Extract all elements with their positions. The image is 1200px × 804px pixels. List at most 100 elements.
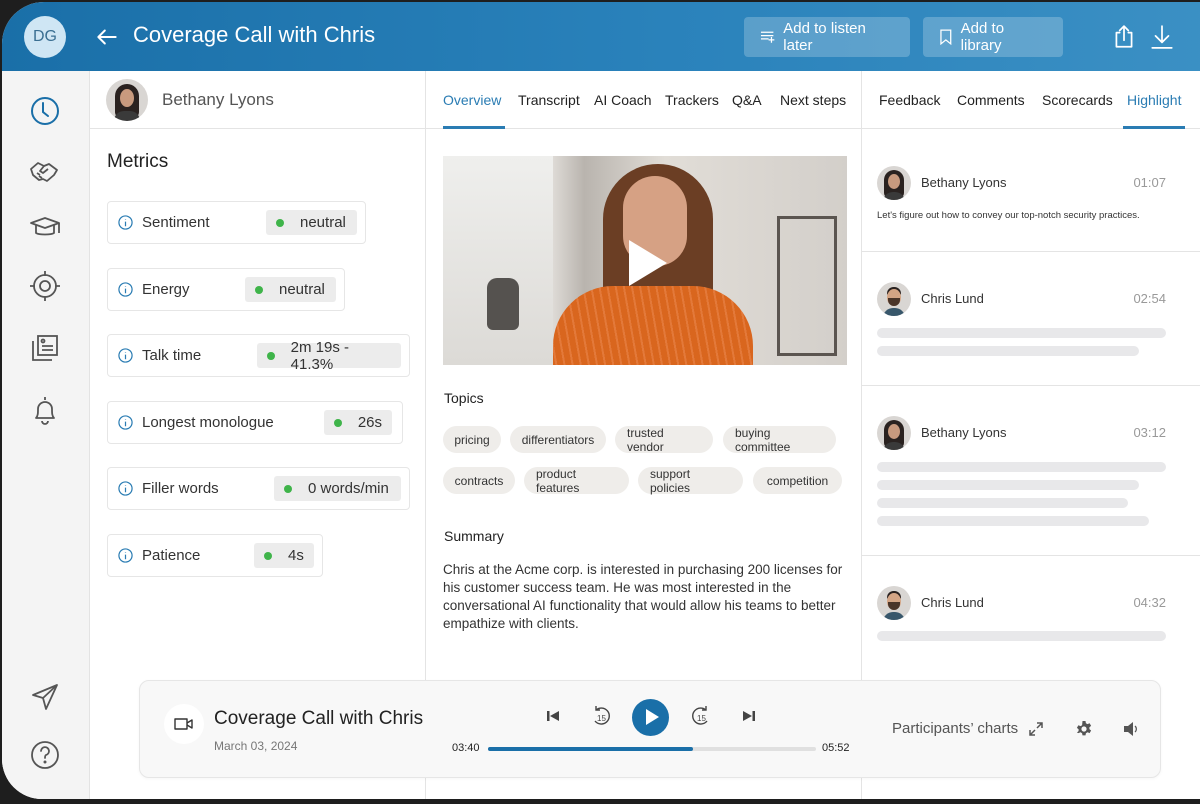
share-icon[interactable] bbox=[1111, 24, 1137, 50]
send-icon[interactable] bbox=[28, 680, 62, 714]
status-dot bbox=[276, 218, 284, 227]
back-arrow-icon[interactable] bbox=[94, 24, 120, 50]
participant-avatar bbox=[106, 78, 148, 121]
topic-chip[interactable]: support policies bbox=[638, 467, 743, 495]
bookmark-icon bbox=[940, 29, 952, 45]
text-placeholder bbox=[877, 516, 1149, 526]
bell-icon[interactable] bbox=[28, 394, 62, 428]
tab-trackers[interactable]: Trackers bbox=[665, 92, 719, 108]
info-icon[interactable] bbox=[118, 282, 133, 297]
highlight-item[interactable]: Chris Lund 02:54 bbox=[862, 252, 1200, 386]
highlight-text: Let's figure out how to convey our top-n… bbox=[877, 210, 1140, 221]
playback-progress-fill bbox=[488, 747, 693, 751]
tab-overview[interactable]: Overview bbox=[443, 92, 501, 108]
highlight-timestamp[interactable]: 02:54 bbox=[1133, 291, 1166, 306]
playback-progress-bar[interactable] bbox=[488, 747, 816, 751]
metric-value: 2m 19s - 41.3% bbox=[257, 339, 401, 373]
metric-value: 26s bbox=[324, 410, 392, 435]
text-placeholder bbox=[877, 328, 1166, 338]
user-avatar[interactable]: DG bbox=[24, 16, 66, 58]
settings-gear-icon[interactable] bbox=[1075, 720, 1093, 738]
topic-chip[interactable]: pricing bbox=[443, 426, 501, 453]
highlight-item[interactable]: Chris Lund 04:32 bbox=[862, 556, 1200, 676]
text-placeholder bbox=[877, 480, 1139, 490]
clock-icon[interactable] bbox=[28, 94, 62, 128]
topic-chip[interactable]: product features bbox=[524, 467, 629, 495]
download-icon[interactable] bbox=[1149, 24, 1175, 50]
sidebar-nav bbox=[2, 71, 90, 799]
forward-15-icon[interactable]: 15 bbox=[690, 705, 712, 727]
speaker-avatar bbox=[877, 586, 911, 620]
app-window: DG Coverage Call with Chris Add to liste… bbox=[2, 2, 1200, 799]
status-dot bbox=[284, 484, 292, 493]
metric-patience: Patience 4s bbox=[107, 534, 323, 577]
video-camera-icon bbox=[174, 718, 193, 730]
crosshair-icon[interactable] bbox=[28, 269, 62, 303]
highlight-timestamp[interactable]: 04:32 bbox=[1133, 595, 1166, 610]
graduation-cap-icon[interactable] bbox=[28, 211, 62, 245]
speaker-name: Chris Lund bbox=[921, 291, 984, 306]
video-bg-shelf bbox=[777, 216, 837, 356]
metric-value-text: 2m 19s - 41.3% bbox=[290, 338, 349, 373]
metric-label: Energy bbox=[142, 281, 190, 298]
info-icon[interactable] bbox=[118, 481, 133, 496]
topic-chip[interactable]: buying committee bbox=[723, 426, 836, 454]
video-player[interactable] bbox=[443, 156, 847, 365]
metric-label: Longest monologue bbox=[142, 414, 274, 431]
add-to-library-button[interactable]: Add to library bbox=[923, 17, 1063, 57]
add-to-library-label: Add to library bbox=[960, 20, 1005, 54]
highlight-timestamp[interactable]: 01:07 bbox=[1133, 175, 1166, 190]
tab-qa[interactable]: Q&A bbox=[732, 92, 762, 108]
info-icon[interactable] bbox=[118, 548, 133, 563]
topic-chip[interactable]: trusted vendor bbox=[615, 426, 713, 454]
tab-feedback[interactable]: Feedback bbox=[879, 92, 940, 108]
highlight-item[interactable]: Bethany Lyons 01:07 Let's figure out how… bbox=[862, 130, 1200, 252]
topic-chip[interactable]: differentiators bbox=[510, 426, 606, 453]
volume-icon[interactable] bbox=[1123, 721, 1141, 737]
tab-next-steps[interactable]: Next steps bbox=[780, 92, 846, 108]
info-icon[interactable] bbox=[118, 215, 133, 230]
metric-value-text: neutral bbox=[300, 214, 346, 231]
metric-label: Filler words bbox=[142, 480, 219, 497]
active-tab-indicator bbox=[443, 126, 505, 129]
topic-chip[interactable]: competition bbox=[753, 467, 842, 494]
right-tabs: Feedback Comments Scorecards Highlight bbox=[862, 71, 1200, 129]
metric-value: neutral bbox=[245, 277, 336, 302]
metric-sentiment: Sentiment neutral bbox=[107, 201, 366, 244]
video-play-icon[interactable] bbox=[629, 240, 667, 286]
tab-scorecards[interactable]: Scorecards bbox=[1042, 92, 1113, 108]
rewind-15-icon[interactable]: 15 bbox=[590, 705, 612, 727]
metric-talk-time: Talk time 2m 19s - 41.3% bbox=[107, 334, 410, 377]
highlight-timestamp[interactable]: 03:12 bbox=[1133, 425, 1166, 440]
status-dot bbox=[264, 551, 272, 560]
tab-highlight[interactable]: Highlight bbox=[1127, 92, 1181, 108]
info-icon[interactable] bbox=[118, 348, 133, 363]
player-title: Coverage Call with Chris bbox=[214, 708, 424, 729]
text-placeholder bbox=[877, 631, 1166, 641]
topic-chip[interactable]: contracts bbox=[443, 467, 515, 494]
metric-value: 4s bbox=[254, 543, 314, 568]
tab-ai-coach[interactable]: AI Coach bbox=[594, 92, 652, 108]
highlight-item[interactable]: Bethany Lyons 03:12 bbox=[862, 386, 1200, 556]
help-icon[interactable] bbox=[28, 738, 62, 772]
skip-previous-icon[interactable] bbox=[546, 709, 560, 723]
text-placeholder bbox=[877, 346, 1139, 356]
expand-icon[interactable] bbox=[1029, 722, 1043, 736]
participants-charts-button[interactable]: Participants’ charts bbox=[892, 720, 1018, 737]
tab-comments[interactable]: Comments bbox=[957, 92, 1025, 108]
metric-value-text: neutral bbox=[279, 281, 325, 298]
info-icon[interactable] bbox=[118, 415, 133, 430]
total-time: 05:52 bbox=[822, 742, 850, 754]
skip-next-icon[interactable] bbox=[742, 709, 756, 723]
text-placeholder bbox=[877, 498, 1128, 508]
text-placeholder bbox=[877, 462, 1166, 472]
speaker-name: Bethany Lyons bbox=[921, 425, 1007, 440]
library-icon[interactable] bbox=[28, 331, 62, 365]
handshake-icon[interactable] bbox=[28, 155, 62, 189]
metric-longest-monologue: Longest monologue 26s bbox=[107, 401, 403, 444]
status-dot bbox=[334, 418, 342, 427]
tab-transcript[interactable]: Transcript bbox=[518, 92, 580, 108]
play-button[interactable] bbox=[632, 699, 669, 736]
status-dot bbox=[255, 285, 263, 294]
add-to-listen-later-button[interactable]: Add to listen later bbox=[744, 17, 910, 57]
